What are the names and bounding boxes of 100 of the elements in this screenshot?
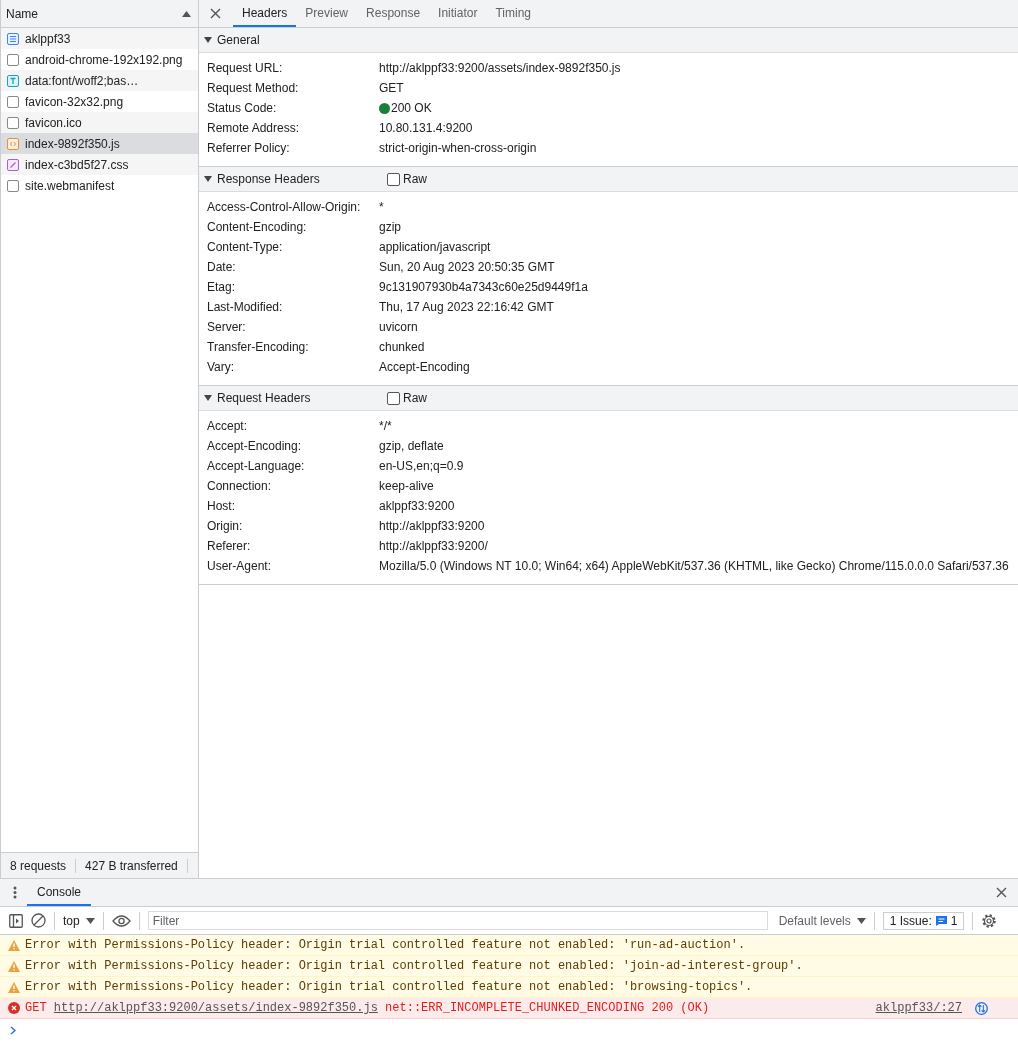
file-icon bbox=[7, 116, 19, 129]
settings-icon[interactable] bbox=[981, 912, 998, 929]
file-icon bbox=[7, 95, 19, 108]
file-icon bbox=[7, 53, 19, 66]
header-name: Content-Encoding: bbox=[206, 219, 308, 236]
warning-icon bbox=[8, 960, 20, 972]
prompt-chevron-icon bbox=[10, 1026, 16, 1035]
expand-triangle-icon bbox=[204, 176, 212, 182]
header-name: Referer: bbox=[206, 538, 252, 555]
header-name: Accept: bbox=[206, 418, 249, 435]
error-message: GET http://aklppf33:9200/assets/index-9892f350.js net::ERR_INCOMPLETE_CHUNKED_ENCODING 200 (OK) bbox=[25, 1001, 710, 1015]
tab[interactable]: Preview bbox=[296, 0, 358, 27]
sort-arrow-icon bbox=[182, 10, 191, 17]
warning-message: Error with Permissions-Policy header: Origin trial controlled feature not enabled: 'run-ad-auction'. bbox=[25, 938, 746, 952]
request-item[interactable]: index-9892f350.js bbox=[1, 133, 198, 154]
header-name: User-Agent: bbox=[206, 558, 273, 575]
header-name: Server: bbox=[206, 319, 247, 336]
header-value: 9c131907930b4a7343c60e25d9449f1a bbox=[379, 279, 588, 296]
header-name: Transfer-Encoding: bbox=[206, 339, 310, 356]
header-value: chunked bbox=[379, 339, 425, 356]
filter-field[interactable]: Filter bbox=[147, 911, 768, 930]
header-value: http://aklppf33:9200 bbox=[379, 518, 485, 535]
console-tab[interactable]: Console bbox=[27, 879, 92, 906]
request-item[interactable]: index-c3bd5f27.css bbox=[1, 154, 198, 175]
eye-icon[interactable] bbox=[111, 914, 131, 927]
summary-text: 427 B transferred bbox=[76, 858, 188, 873]
warning-message: Error with Permissions-Policy header: Origin trial controlled feature not enabled: 'join-ad-interest-group'. bbox=[25, 959, 803, 973]
header-name: Content-Type: bbox=[206, 239, 284, 256]
script-icon bbox=[7, 137, 19, 150]
request-item[interactable]: aklppf33 bbox=[1, 28, 198, 49]
header-value: 200 OK bbox=[391, 100, 432, 117]
header-name: Vary: bbox=[206, 359, 236, 376]
levels-dropdown[interactable]: Default levels bbox=[778, 913, 866, 928]
header-value: * bbox=[379, 199, 384, 216]
header-name: Host: bbox=[206, 498, 236, 515]
clear-icon[interactable] bbox=[31, 913, 46, 928]
issues-button[interactable]: 1 Issue: 1 bbox=[882, 911, 965, 930]
header-value: en-US,en;q=0.9 bbox=[379, 458, 464, 475]
header-name: Request Method: bbox=[206, 80, 300, 97]
raw-checkbox[interactable] bbox=[387, 391, 400, 405]
header-name: Accept-Encoding: bbox=[206, 438, 303, 455]
dropdown-arrow-icon bbox=[856, 917, 866, 924]
raw-label[interactable]: Raw bbox=[403, 391, 427, 405]
header-value: Sun, 20 Aug 2023 20:50:35 GMT bbox=[379, 259, 555, 276]
section-header[interactable]: Response Headers Raw bbox=[199, 167, 1018, 192]
dropdown-arrow-icon bbox=[85, 917, 95, 924]
header-value: */* bbox=[379, 418, 392, 435]
header-value: Accept-Encoding bbox=[379, 359, 470, 376]
header-value: gzip, deflate bbox=[379, 438, 444, 455]
request-item[interactable]: site.webmanifest bbox=[1, 175, 198, 196]
context-dropdown[interactable]: top bbox=[63, 913, 95, 928]
request-item[interactable]: favicon-32x32.png bbox=[1, 91, 198, 112]
document-icon bbox=[7, 32, 19, 45]
header-value: http://aklppf33:9200/assets/index-9892f350.js bbox=[379, 60, 621, 77]
header-name: Date: bbox=[206, 259, 237, 276]
header-value: application/javascript bbox=[379, 239, 491, 256]
header-value: uvicorn bbox=[379, 319, 418, 336]
warning-icon bbox=[8, 939, 20, 951]
header-value: aklppf33:9200 bbox=[379, 498, 455, 515]
header-value: Mozilla/5.0 (Windows NT 10.0; Win64; x64) AppleWebKit/537.36 (KHTML, like Gecko) Chrome/115.0.0.0 Safari/537.36 bbox=[379, 558, 1009, 575]
header-value: Thu, 17 Aug 2023 22:16:42 GMT bbox=[379, 299, 554, 316]
url-link[interactable]: http://aklppf33:9200/assets/index-9892f350.js bbox=[53, 1001, 378, 1015]
expand-triangle-icon bbox=[204, 395, 212, 401]
header-name: Etag: bbox=[206, 279, 237, 296]
header-name: Origin: bbox=[206, 518, 244, 535]
header-value: strict-origin-when-cross-origin bbox=[379, 140, 537, 157]
header-name: Accept-Language: bbox=[206, 458, 306, 475]
source-link[interactable]: aklppf33/:27 bbox=[875, 1001, 962, 1015]
header-value: keep-alive bbox=[379, 478, 434, 495]
summary-text: 8 requests bbox=[1, 858, 77, 873]
header-name: Referrer Policy: bbox=[206, 140, 291, 157]
close-icon[interactable] bbox=[210, 8, 221, 19]
header-name: Request URL: bbox=[206, 60, 284, 77]
raw-label[interactable]: Raw bbox=[403, 172, 427, 186]
tab[interactable]: Timing bbox=[486, 0, 540, 27]
header-value: 10.80.131.4:9200 bbox=[379, 120, 473, 137]
header-value: gzip bbox=[379, 219, 401, 236]
more-options-icon[interactable] bbox=[13, 886, 17, 899]
tab[interactable]: Initiator bbox=[429, 0, 487, 27]
file-icon bbox=[7, 179, 19, 192]
message-icon bbox=[935, 915, 947, 926]
request-item[interactable]: android-chrome-192x192.png bbox=[1, 49, 198, 70]
request-item[interactable]: data:font/woff2;bas… bbox=[1, 70, 198, 91]
header-value: GET bbox=[379, 80, 404, 97]
request-item[interactable]: favicon.ico bbox=[1, 112, 198, 133]
section-header[interactable]: Request Headers Raw bbox=[199, 386, 1018, 411]
close-icon[interactable] bbox=[996, 887, 1007, 898]
header-name: Status Code: bbox=[206, 100, 278, 117]
raw-checkbox[interactable] bbox=[387, 172, 400, 186]
font-icon bbox=[7, 74, 19, 87]
tab[interactable]: Response bbox=[357, 0, 430, 27]
section-header[interactable]: General bbox=[199, 28, 1018, 53]
network-request-icon[interactable] bbox=[975, 1001, 988, 1015]
header-value: http://aklppf33:9200/ bbox=[379, 538, 488, 555]
column-header[interactable]: Name bbox=[6, 6, 38, 21]
warning-message: Error with Permissions-Policy header: Origin trial controlled feature not enabled: 'browsing-topics'. bbox=[25, 980, 753, 994]
stylesheet-icon bbox=[7, 158, 19, 171]
sidebar-toggle-icon[interactable] bbox=[9, 913, 23, 928]
error-icon bbox=[8, 1002, 20, 1014]
warning-icon bbox=[8, 981, 20, 993]
